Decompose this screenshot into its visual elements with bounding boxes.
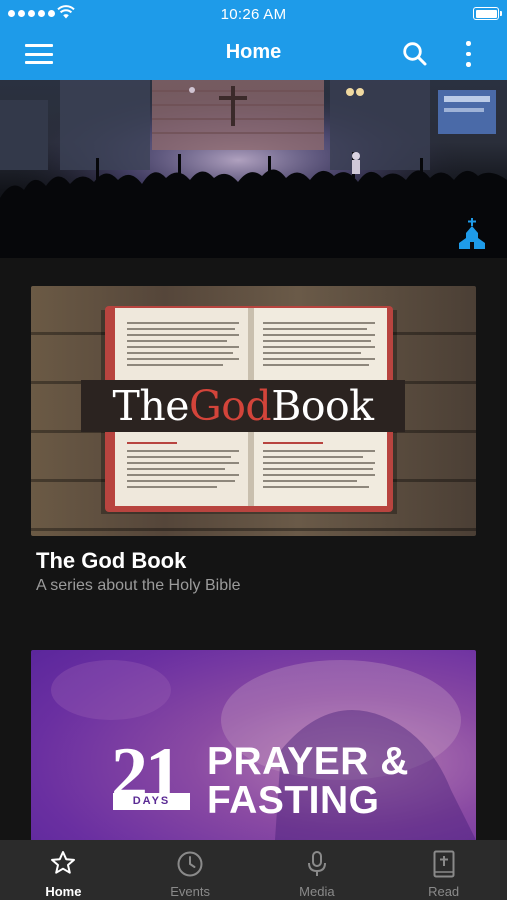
church-icon xyxy=(459,218,485,249)
series-image-the-god-book[interactable]: TheGodBook xyxy=(31,286,476,536)
clock-icon xyxy=(177,851,203,877)
hero-banner-image[interactable] xyxy=(0,80,507,258)
hero-worship-scene xyxy=(0,80,507,258)
status-bar: 10:26 AM xyxy=(0,0,507,28)
banner-word-god: God xyxy=(189,382,272,430)
series-image-title-banner: TheGodBook xyxy=(81,380,405,432)
fasting-text: FASTING xyxy=(207,779,380,822)
bottom-tab-bar: Home Events Media Read xyxy=(0,840,507,900)
tab-read[interactable]: Read xyxy=(380,840,507,900)
banner-word-the: The xyxy=(112,382,189,430)
app-bar: Home xyxy=(0,28,507,80)
search-icon[interactable] xyxy=(402,41,428,67)
days-label: DAYS xyxy=(113,793,190,810)
microphone-icon xyxy=(307,851,326,876)
tab-events[interactable]: Events xyxy=(127,840,254,900)
prayer-text: PRAYER & xyxy=(207,740,409,783)
banner-word-book: Book xyxy=(271,382,374,430)
series-subtitle: A series about the Holy Bible xyxy=(36,577,241,594)
tab-label: Home xyxy=(45,884,82,899)
series-card-prayer-fasting[interactable]: 21 DAYS PRAYER & FASTING xyxy=(31,650,476,900)
series-card-the-god-book[interactable]: TheGodBook The God Book A series about t… xyxy=(31,286,476,606)
battery-full-icon xyxy=(473,7,502,20)
tab-label: Read xyxy=(428,884,460,899)
star-icon xyxy=(51,851,76,874)
more-vertical-icon[interactable] xyxy=(462,40,474,68)
tab-label: Media xyxy=(299,884,335,899)
page-title: Home xyxy=(225,41,282,63)
tab-label: Events xyxy=(170,884,210,899)
status-time: 10:26 AM xyxy=(220,6,287,23)
series-title[interactable]: The God Book xyxy=(36,548,186,574)
tab-media[interactable]: Media xyxy=(254,840,381,900)
bible-icon xyxy=(433,850,455,878)
tab-home[interactable]: Home xyxy=(0,840,127,900)
